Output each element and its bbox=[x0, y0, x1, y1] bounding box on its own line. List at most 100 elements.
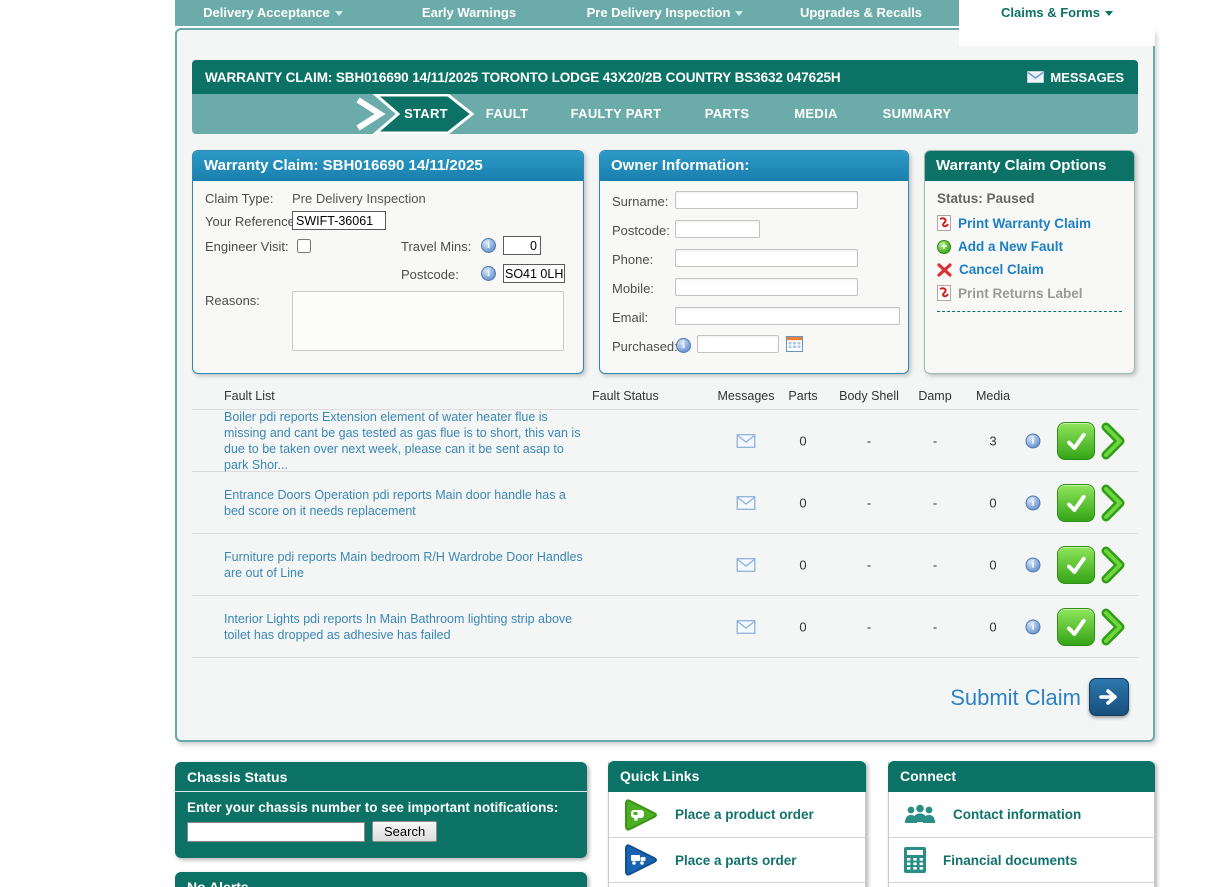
message-envelope-icon[interactable] bbox=[736, 433, 756, 448]
nav-claims-forms[interactable]: Claims & Forms bbox=[959, 0, 1155, 46]
info-icon[interactable] bbox=[1025, 495, 1041, 510]
calendar-icon[interactable] bbox=[786, 336, 803, 352]
owner-postcode-input[interactable] bbox=[675, 220, 760, 238]
link-label: Cancel Claim bbox=[959, 262, 1044, 277]
damp-value: - bbox=[932, 557, 938, 572]
mobile-input[interactable] bbox=[675, 278, 858, 296]
envelope-icon bbox=[1027, 71, 1045, 83]
step-fault[interactable]: FAULT bbox=[486, 106, 528, 121]
step-start[interactable]: START bbox=[404, 106, 448, 121]
step-faulty-part[interactable]: FAULTY PART bbox=[571, 106, 662, 121]
fault-complete-check-button[interactable] bbox=[1057, 421, 1095, 460]
your-reference-label: Your Reference: bbox=[205, 214, 299, 229]
body-shell-value: - bbox=[866, 557, 872, 572]
cancel-claim-link[interactable]: Cancel Claim bbox=[937, 262, 1122, 277]
fault-description-link[interactable]: Furniture pdi reports Main bedroom R/H W… bbox=[224, 549, 584, 581]
open-fault-arrow[interactable] bbox=[1100, 546, 1126, 584]
step-parts[interactable]: PARTS bbox=[705, 106, 750, 121]
damp-value: - bbox=[932, 619, 938, 634]
open-fault-arrow[interactable] bbox=[1100, 484, 1126, 522]
chassis-prompt: Enter your chassis number to see importa… bbox=[187, 800, 559, 815]
reasons-label: Reasons: bbox=[205, 293, 260, 308]
info-icon[interactable] bbox=[1025, 433, 1041, 448]
message-envelope-icon[interactable] bbox=[736, 495, 756, 510]
nav-label: Upgrades & Recalls bbox=[799, 5, 923, 20]
claim-postcode-label: Postcode: bbox=[401, 267, 459, 282]
surname-label: Surname: bbox=[612, 194, 669, 209]
info-icon[interactable] bbox=[481, 238, 496, 253]
nav-pre-delivery-inspection[interactable]: Pre Delivery Inspection bbox=[567, 0, 763, 26]
fault-row: Furniture pdi reports Main bedroom R/H W… bbox=[192, 534, 1138, 596]
info-icon[interactable] bbox=[1025, 557, 1041, 572]
claim-status: Status: Paused bbox=[937, 191, 1035, 206]
nav-delivery-acceptance[interactable]: Delivery Acceptance bbox=[175, 0, 371, 26]
panel-title: Warranty Claim: SBH016690 14/11/2025 bbox=[193, 151, 583, 181]
col-damp: Damp bbox=[918, 389, 952, 403]
truck-icon bbox=[625, 844, 657, 876]
quick-link-product-order[interactable]: Place a product order bbox=[609, 792, 865, 837]
fault-row: Entrance Doors Operation pdi reports Mai… bbox=[192, 472, 1138, 534]
divider bbox=[192, 657, 1138, 658]
add-new-fault-link[interactable]: Add a New Fault bbox=[937, 239, 1122, 254]
info-icon[interactable] bbox=[481, 266, 496, 281]
check-icon bbox=[1067, 494, 1086, 512]
col-media: Media bbox=[975, 389, 1011, 403]
fault-description-link[interactable]: Interior Lights pdi reports In Main Bath… bbox=[224, 611, 584, 643]
check-icon bbox=[1067, 556, 1086, 574]
fault-description-link[interactable]: Entrance Doors Operation pdi reports Mai… bbox=[224, 487, 584, 519]
panel-title: No Alerts bbox=[187, 879, 249, 887]
quick-link-parts-order[interactable]: Place a parts order bbox=[609, 837, 865, 882]
travel-mins-input[interactable] bbox=[503, 236, 541, 255]
nav-early-warnings[interactable]: Early Warnings bbox=[371, 0, 567, 26]
claim-postcode-input[interactable] bbox=[503, 264, 565, 283]
claim-title-bar: WARRANTY CLAIM: SBH016690 14/11/2025 TOR… bbox=[192, 60, 1138, 94]
surname-input[interactable] bbox=[675, 191, 858, 209]
parts-count: 0 bbox=[799, 557, 807, 572]
open-fault-arrow[interactable] bbox=[1100, 608, 1126, 646]
phone-input[interactable] bbox=[675, 249, 858, 267]
print-warranty-claim-link[interactable]: Print Warranty Claim bbox=[937, 215, 1122, 231]
email-input[interactable] bbox=[675, 307, 900, 325]
fault-complete-check-button[interactable] bbox=[1057, 607, 1095, 646]
purchased-input[interactable] bbox=[697, 335, 779, 353]
step-media[interactable]: MEDIA bbox=[794, 106, 837, 121]
step-summary[interactable]: SUMMARY bbox=[883, 106, 952, 121]
connect-contact-information[interactable]: Contact information bbox=[889, 792, 1154, 837]
fault-complete-check-button[interactable] bbox=[1057, 483, 1095, 522]
caravan-icon bbox=[625, 798, 657, 831]
info-icon[interactable] bbox=[1025, 619, 1041, 634]
engineer-visit-label: Engineer Visit: bbox=[205, 239, 289, 254]
col-parts: Parts bbox=[788, 389, 818, 403]
body-shell-value: - bbox=[866, 495, 872, 510]
chevron-down-icon bbox=[1104, 11, 1113, 17]
open-fault-arrow[interactable] bbox=[1100, 422, 1126, 460]
col-messages: Messages bbox=[717, 389, 775, 403]
submit-claim-button[interactable] bbox=[1089, 678, 1129, 716]
fault-table-header: Fault List Fault Status Messages Parts B… bbox=[192, 386, 1138, 410]
progress-steps: START FAULT FAULTY PART PARTS MEDIA SUMM… bbox=[192, 94, 1138, 134]
chassis-number-input[interactable] bbox=[187, 821, 365, 842]
fault-complete-check-button[interactable] bbox=[1057, 545, 1095, 584]
people-icon bbox=[905, 804, 935, 823]
chevron-down-icon bbox=[735, 11, 744, 17]
panel-title: Owner Information: bbox=[600, 151, 908, 181]
connect-financial-documents[interactable]: Financial documents bbox=[889, 837, 1154, 882]
submit-claim-label[interactable]: Submit Claim bbox=[950, 685, 1081, 711]
nav-upgrades-recalls[interactable]: Upgrades & Recalls bbox=[763, 0, 959, 26]
panel-title: Warranty Claim Options bbox=[925, 151, 1134, 181]
message-envelope-icon[interactable] bbox=[736, 557, 756, 572]
calculator-icon bbox=[904, 847, 926, 873]
print-returns-label-link[interactable]: Print Returns Label bbox=[937, 285, 1122, 301]
engineer-visit-checkbox[interactable] bbox=[297, 239, 311, 253]
damp-value: - bbox=[932, 433, 938, 448]
reasons-textarea[interactable] bbox=[292, 291, 564, 351]
fault-description-link[interactable]: Boiler pdi reports Extension element of … bbox=[224, 409, 584, 473]
message-envelope-icon[interactable] bbox=[736, 619, 756, 634]
messages-button[interactable]: MESSAGES bbox=[1027, 70, 1138, 85]
chassis-search-button[interactable]: Search bbox=[372, 821, 438, 842]
your-reference-input[interactable] bbox=[292, 211, 386, 230]
x-icon bbox=[937, 262, 952, 277]
media-count: 0 bbox=[989, 495, 997, 510]
quick-link-partial[interactable] bbox=[609, 882, 865, 887]
info-icon[interactable] bbox=[676, 338, 691, 353]
